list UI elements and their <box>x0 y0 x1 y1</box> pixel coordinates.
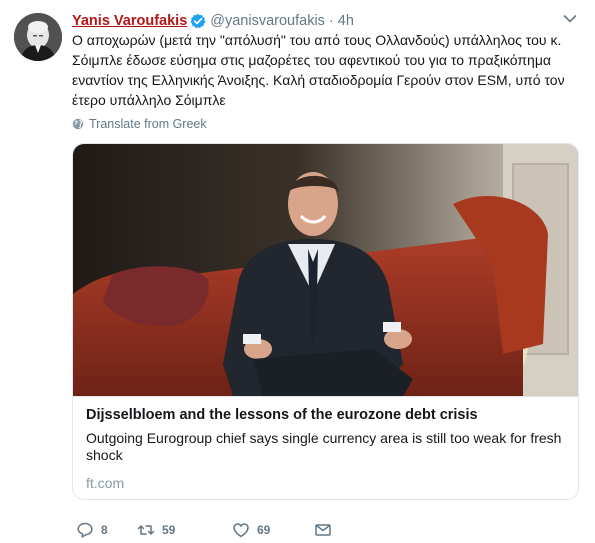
reply-icon <box>77 522 93 538</box>
like-count: 69 <box>257 523 271 537</box>
retweet-icon <box>137 525 155 535</box>
heart-icon <box>233 523 249 538</box>
tweet-text-line: εναντίον της Ελληνικής Άνοιξης. Καλή στα… <box>72 72 565 88</box>
translate-link[interactable]: Translate from Greek <box>72 117 207 131</box>
bottom-strip <box>0 518 70 543</box>
card-description: Outgoing Eurogroup chief says single cur… <box>86 430 562 463</box>
retweet-count: 59 <box>162 523 176 537</box>
tweet-text-line: έτερο υπάλληλο Σόιμπλε <box>72 92 226 108</box>
reply-button[interactable]: 8 <box>76 521 108 539</box>
card-image[interactable] <box>73 144 578 396</box>
avatar[interactable] <box>14 13 62 61</box>
translate-label[interactable]: Translate from Greek <box>89 117 207 131</box>
tweet-text-line: Σόιμπλε έδωσε εύσημα στις μαζορέτες του … <box>72 52 551 68</box>
tweet-text: Ο αποχωρών (μετά την "απόλυσή" του από τ… <box>72 30 582 110</box>
retweet-button[interactable]: 59 <box>137 521 175 539</box>
card-body[interactable]: Dijsselbloem and the lessons of the euro… <box>73 396 578 499</box>
reply-count: 8 <box>101 523 108 537</box>
timestamp[interactable]: 4h <box>338 13 354 29</box>
chevron-down-icon[interactable] <box>563 14 577 24</box>
envelope-icon <box>315 524 331 536</box>
tweet-text-line: Ο αποχωρών (μετά την "απόλυσή" του από τ… <box>72 32 562 48</box>
tweet-header: Yanis Varoufakis @yanisvaroufakis · 4h <box>72 11 354 31</box>
user-handle[interactable]: @yanisvaroufakis <box>210 13 325 29</box>
link-card[interactable]: Dijsselbloem and the lessons of the euro… <box>72 143 579 500</box>
like-button[interactable]: 69 <box>232 521 270 539</box>
card-title[interactable]: Dijsselbloem and the lessons of the euro… <box>86 407 478 423</box>
avatar-image <box>14 13 62 61</box>
display-name[interactable]: Yanis Varoufakis <box>72 13 187 29</box>
direct-message-button[interactable] <box>314 521 339 539</box>
separator-dot: · <box>328 13 334 29</box>
card-photo <box>73 144 578 396</box>
tweet[interactable]: Yanis Varoufakis @yanisvaroufakis · 4h Ο… <box>0 0 595 543</box>
card-domain: ft.com <box>86 475 125 491</box>
verified-badge-icon <box>190 13 206 29</box>
globe-icon <box>72 118 84 130</box>
